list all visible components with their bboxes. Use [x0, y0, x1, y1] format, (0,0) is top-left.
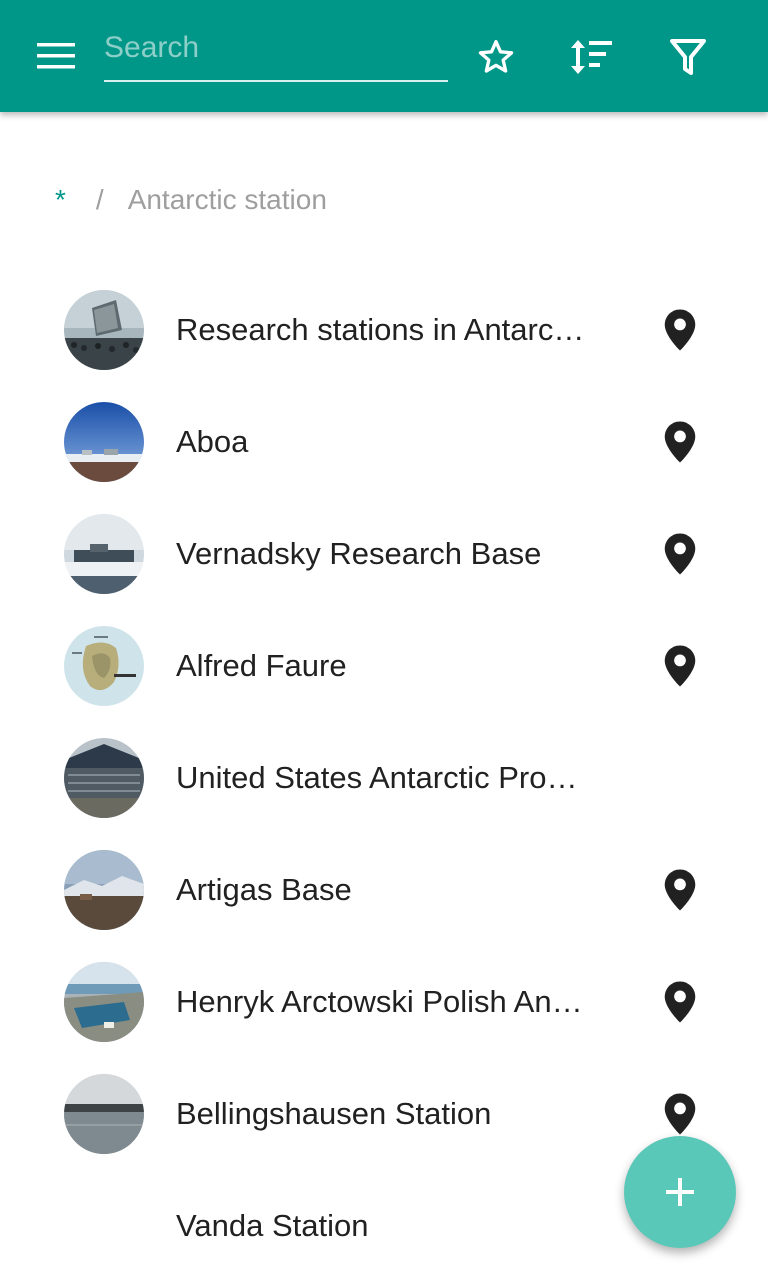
thumbnail-image: [64, 962, 144, 1042]
item-title: Henryk Arctowski Polish An…: [176, 984, 583, 1019]
breadcrumb-separator: /: [95, 184, 104, 215]
star-outline-icon: [478, 40, 514, 73]
item-title: Artigas Base: [176, 872, 352, 907]
item-title: Bellingshausen Station: [176, 1096, 492, 1131]
menu-icon: [37, 43, 75, 69]
list-item[interactable]: United States Antarctic Pro…: [0, 722, 768, 834]
thumbnail-image: [64, 738, 144, 818]
list-item[interactable]: Aboa: [0, 386, 768, 498]
item-title: United States Antarctic Pro…: [176, 760, 578, 795]
location-pin-icon[interactable]: [662, 420, 698, 464]
item-title: Vanda Station: [176, 1208, 369, 1243]
item-title: Vernadsky Research Base: [176, 536, 542, 571]
thumbnail-image: [64, 290, 144, 370]
thumbnail-image: [64, 626, 144, 706]
breadcrumb: * / Antarctic station: [55, 178, 327, 222]
list-item[interactable]: Vernadsky Research Base: [0, 498, 768, 610]
location-pin-icon[interactable]: [662, 1092, 698, 1136]
list-item[interactable]: Alfred Faure: [0, 610, 768, 722]
location-pin-icon[interactable]: [662, 532, 698, 576]
location-pin-icon[interactable]: [662, 308, 698, 352]
filter-button[interactable]: [661, 30, 715, 84]
add-button[interactable]: [624, 1136, 736, 1248]
search-input[interactable]: [104, 24, 448, 72]
app-bar: [0, 0, 768, 112]
add-icon: [666, 1178, 694, 1206]
thumbnail-image: [64, 1074, 144, 1154]
list-item[interactable]: Henryk Arctowski Polish An…: [0, 946, 768, 1058]
thumbnail-image: [64, 514, 144, 594]
sort-button[interactable]: [564, 30, 618, 84]
list-item[interactable]: Artigas Base: [0, 834, 768, 946]
search-field[interactable]: [104, 24, 448, 82]
filter-icon: [670, 39, 706, 75]
station-list: Research stations in Antarc… Aboa Vernad…: [0, 274, 768, 1280]
location-pin-icon[interactable]: [662, 644, 698, 688]
breadcrumb-current: Antarctic station: [127, 184, 327, 215]
menu-button[interactable]: [30, 35, 82, 77]
item-title: Alfred Faure: [176, 648, 347, 683]
favorites-button[interactable]: [469, 30, 523, 84]
location-pin-icon[interactable]: [662, 868, 698, 912]
sort-icon: [571, 40, 612, 74]
breadcrumb-root-link[interactable]: *: [55, 184, 66, 216]
location-pin-icon[interactable]: [662, 980, 698, 1024]
thumbnail-image: [64, 850, 144, 930]
thumbnail-image: [64, 402, 144, 482]
list-item[interactable]: Research stations in Antarc…: [0, 274, 768, 386]
item-title: Aboa: [176, 424, 249, 459]
item-title: Research stations in Antarc…: [176, 312, 585, 347]
